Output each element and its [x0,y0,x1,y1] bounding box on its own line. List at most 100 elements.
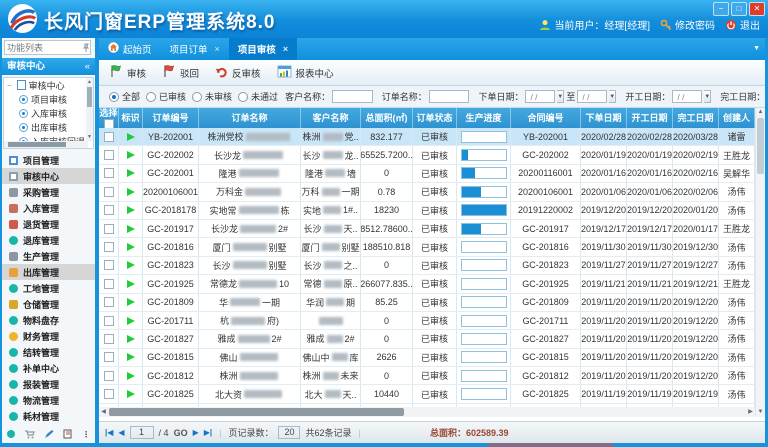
radio-2[interactable] [192,92,202,102]
row-checkbox[interactable] [104,334,114,344]
scroll-up-icon[interactable]: ▲ [86,78,93,86]
sidebar-item-9[interactable]: 仓储管理 [2,296,95,312]
radio-3[interactable] [238,92,248,102]
scroll-down-icon[interactable]: ▼ [756,408,765,417]
close-tab-icon[interactable]: × [215,44,220,54]
sidebar-item-2[interactable]: 采购管理 [2,184,95,200]
tree-horizontal-scrollbar[interactable] [4,141,88,148]
maximize-button[interactable]: □ [731,2,747,16]
row-checkbox[interactable] [104,168,114,178]
table-row[interactable]: GC-201917 长沙龙2# 长沙天.. 8512.78600.. 已审核 G… [99,220,755,238]
table-row[interactable]: GC-201815 佛山 佛山中库 2626 已审核 GC-201815 201… [99,349,755,367]
sidebar-item-10[interactable]: 物料盘存 [2,312,95,328]
sidebar-item-16[interactable]: 耗材管理 [2,408,95,424]
radio-0[interactable] [109,92,119,102]
sidebar-item-6[interactable]: 生产管理 [2,248,95,264]
sidebar-item-0[interactable]: 项目管理 [2,152,95,168]
unaudit-button[interactable]: 反审核 [215,65,261,81]
table-row[interactable]: GC-201816 厦门别墅 厦门别墅 188510.818 已审核 GC-20… [99,238,755,256]
logout-button[interactable]: 退出 [725,17,760,32]
table-row[interactable]: YB-202001 株洲党校 株洲党.. 832.177 已审核 YB-2020… [99,128,755,146]
table-row[interactable]: GC-201809 华一期 华润期 85.25 已审核 GC-201809 20… [99,294,755,312]
page-size-input[interactable]: 20 [278,426,300,439]
order-name-input[interactable] [429,90,470,103]
prev-page-button[interactable]: ◀ [118,428,124,437]
row-checkbox[interactable] [104,389,114,399]
sidebar-item-1[interactable]: 审核中心 [2,168,95,184]
reject-button[interactable]: 驳回 [162,64,199,81]
row-checkbox[interactable] [104,260,114,270]
row-checkbox[interactable] [104,132,114,142]
calendar-dropdown-icon[interactable]: ▼ [557,90,564,103]
page-number-input[interactable]: 1 [130,426,154,439]
tab-home-page[interactable]: 起始页 [99,38,161,60]
tab-project-audit[interactable]: 项目审核× [229,38,297,60]
row-checkbox[interactable] [104,150,114,160]
pen-icon[interactable] [44,429,54,439]
table-row[interactable]: GC-201827 雅成2# 雅成2# 0 已审核 GC-201827 2019… [99,330,755,348]
sidebar-item-4[interactable]: 退货管理 [2,216,95,232]
grid-horizontal-scrollbar[interactable]: ◀ ▶ [99,407,755,417]
book-icon[interactable] [63,429,73,439]
sidebar-item-14[interactable]: 报装管理 [2,376,95,392]
sidebar-item-15[interactable]: 物流管理 [2,392,95,408]
next-page-button[interactable]: ▶ [193,428,199,437]
row-checkbox[interactable] [104,242,114,252]
sidebar-item-8[interactable]: 工地管理 [2,280,95,296]
audit-button[interactable]: 审核 [109,64,146,81]
table-row[interactable]: GC-201812 株洲 株洲未来 0 已审核 GC-201812 2019/1… [99,367,755,385]
calendar-dropdown-icon[interactable]: ▼ [609,90,616,103]
pin-icon[interactable] [82,43,90,53]
function-search-input[interactable] [5,43,82,53]
sidebar-item-5[interactable]: 退库管理 [2,232,95,248]
dot-icon[interactable] [7,430,15,438]
table-row[interactable]: GC-201825 北大资 北大天.. 10440 已审核 GC-201825 … [99,385,755,403]
customer-name-input[interactable] [332,90,373,103]
table-row[interactable]: 20200106001 万科金 万科一期 0.78 已审核 2020010600… [99,183,755,201]
grid-vertical-scrollbar[interactable]: ▲ ▼ [755,108,765,417]
sidebar-item-13[interactable]: 补单中心 [2,360,95,376]
start-date-input[interactable]: / / [672,90,702,103]
last-page-button[interactable]: ▶| [204,428,212,437]
collapse-panel-icon[interactable]: « [85,58,90,75]
tree-item-0[interactable]: 项目审核 [4,92,93,106]
report-center-button[interactable]: 报表中心 [277,65,334,81]
tree-vertical-scrollbar[interactable]: ▲ ▼ [86,78,93,141]
table-row[interactable]: GC-2018178 实地常栋 实地1#.. 18230 已审核 2019122… [99,202,755,220]
row-checkbox[interactable] [104,297,114,307]
table-row[interactable]: GC-201823 长沙别墅 长沙之.. 0 已审核 GC-201823 201… [99,257,755,275]
scroll-up-icon[interactable]: ▲ [756,108,765,117]
go-button[interactable]: GO [174,428,188,438]
more-icon[interactable]: ⋮ [82,430,90,439]
order-date-from-input[interactable]: / / [525,90,555,103]
select-all-checkbox[interactable] [104,119,114,129]
row-checkbox[interactable] [104,352,114,362]
table-row[interactable]: GC-201711 杭府) 0 已审核 GC-201711 2019/11/20… [99,312,755,330]
row-checkbox[interactable] [104,224,114,234]
cart-icon[interactable] [24,430,35,439]
table-row[interactable]: GC-202001 隆港 隆港墙 0 已审核 20200116001 2020/… [99,165,755,183]
row-checkbox[interactable] [104,205,114,215]
scroll-left-icon[interactable]: ◀ [99,407,108,417]
close-tab-icon[interactable]: × [283,44,288,54]
row-checkbox[interactable] [104,279,114,289]
sidebar-item-7[interactable]: 出库管理 [2,264,95,280]
minimize-button[interactable]: − [713,2,729,16]
table-row[interactable]: GC-201925 常德龙10 常德原.. 266077.835.. 已审核 G… [99,275,755,293]
first-page-button[interactable]: |◀ [105,428,113,437]
tree-item-2[interactable]: 出库审核 [4,120,93,134]
radio-1[interactable] [146,92,156,102]
sidebar-item-3[interactable]: 入库管理 [2,200,95,216]
scroll-down-icon[interactable]: ▼ [86,133,93,141]
function-search-box[interactable] [4,40,91,55]
sidebar-item-11[interactable]: 财务管理 [2,328,95,344]
order-date-to-input[interactable]: / / [577,90,607,103]
scroll-right-icon[interactable]: ▶ [746,407,755,417]
close-button[interactable]: ✕ [749,2,765,16]
row-checkbox[interactable] [104,187,114,197]
calendar-dropdown-icon[interactable]: ▼ [704,90,711,103]
row-checkbox[interactable] [104,316,114,326]
tab-overflow-icon[interactable]: ▼ [753,45,760,52]
change-password-button[interactable]: 修改密码 [660,17,715,32]
row-checkbox[interactable] [104,371,114,381]
